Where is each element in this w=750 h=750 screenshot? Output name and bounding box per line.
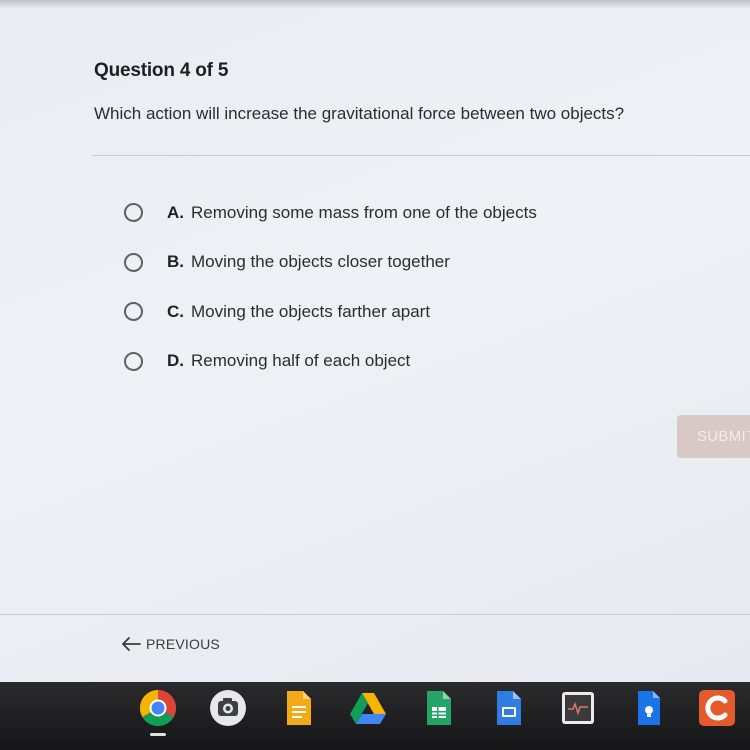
radio-button-icon[interactable]: [124, 252, 143, 272]
question-number: Question 4 of 5: [94, 60, 229, 81]
answer-list: A. Removing some mass from one of the ob…: [124, 188, 537, 386]
drive-icon[interactable]: [348, 688, 388, 728]
docs-icon[interactable]: [278, 688, 318, 728]
answer-option-d[interactable]: D. Removing half of each object: [124, 337, 537, 387]
question-divider: [92, 155, 750, 156]
footer-divider: [0, 614, 750, 615]
answer-option-c[interactable]: C. Moving the objects farther apart: [124, 287, 537, 337]
running-indicator: [150, 733, 166, 736]
answer-text: Moving the objects closer together: [191, 252, 450, 272]
answer-letter: B.: [167, 252, 184, 272]
screen-top-edge: [0, 0, 750, 8]
answer-letter: D.: [167, 351, 184, 371]
answer-text: Removing some mass from one of the objec…: [191, 202, 537, 222]
answer-letter: C.: [167, 301, 184, 321]
previous-button[interactable]: PREVIOUS: [120, 636, 220, 652]
answer-option-b[interactable]: B. Moving the objects closer together: [124, 238, 537, 288]
answer-option-a[interactable]: A. Removing some mass from one of the ob…: [124, 188, 537, 238]
answer-text: Moving the objects farther apart: [191, 301, 431, 321]
submit-button[interactable]: SUBMIT: [677, 415, 750, 458]
answer-text: Removing half of each object: [191, 351, 411, 371]
radio-button-icon[interactable]: [124, 203, 143, 223]
camera-icon[interactable]: [208, 688, 248, 728]
question-prompt: Which action will increase the gravitati…: [94, 104, 625, 123]
quiz-screen: Question 4 of 5 Which action will increa…: [0, 0, 750, 682]
screen-recorder-icon[interactable]: [558, 688, 598, 728]
previous-label: PREVIOUS: [146, 636, 220, 652]
arrow-left-icon: [122, 637, 141, 651]
answer-letter: A.: [167, 202, 184, 222]
chrome-icon[interactable]: [138, 688, 178, 728]
slides-icon[interactable]: [488, 688, 528, 728]
radio-button-icon[interactable]: [124, 302, 143, 322]
keep-icon[interactable]: [628, 688, 668, 728]
sheets-icon[interactable]: [418, 688, 458, 728]
canvas-icon[interactable]: [697, 688, 737, 728]
radio-button-icon[interactable]: [124, 351, 143, 371]
